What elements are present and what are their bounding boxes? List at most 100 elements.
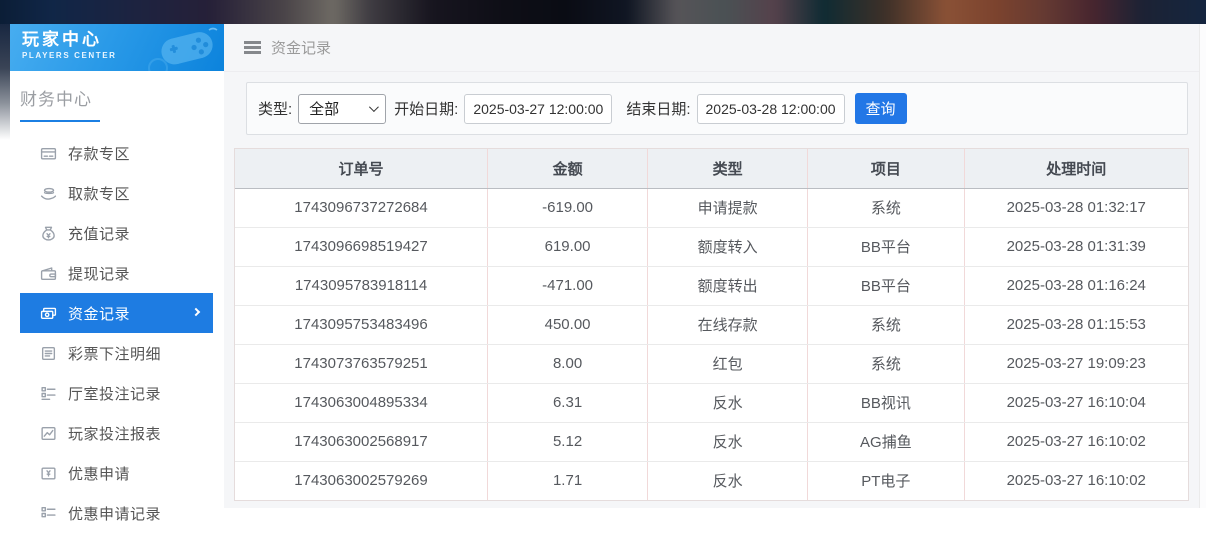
document-icon (40, 345, 57, 362)
time-cell: 2025-03-27 19:09:23 (964, 344, 1188, 383)
time-cell: 2025-03-28 01:32:17 (964, 188, 1188, 227)
table-row: 1743063002579269 1.71 反水 PT电子 2025-03-27… (235, 461, 1188, 500)
sidebar-item-lottery-bet-details[interactable]: 彩票下注明细 (10, 333, 224, 373)
menu-toggle-icon[interactable] (244, 41, 261, 54)
project-cell: 系统 (808, 188, 964, 227)
sidebar-item-label: 彩票下注明细 (68, 343, 161, 364)
sidebar-item-player-bet-report[interactable]: 玩家投注报表 (10, 413, 224, 453)
time-cell: 2025-03-28 01:15:53 (964, 305, 1188, 344)
table-header-row: 订单号 金额 类型 项目 处理时间 (235, 149, 1188, 188)
amount-cell: 1.71 (488, 461, 648, 500)
project-cell: BB平台 (808, 266, 964, 305)
order-no-cell: 1743095783918114 (235, 266, 488, 305)
amount-cell: 619.00 (488, 227, 648, 266)
left-banner-edge (0, 24, 10, 140)
chevron-down-icon (369, 102, 379, 112)
end-date-label: 结束日期: (626, 98, 690, 119)
gamepad-icon (140, 26, 218, 71)
main-panel: 资金记录 类型: 全部 开始日期: 结束日期: 查询 订单号 金额 类型 (224, 24, 1206, 508)
order-no-cell: 1743073763579251 (235, 344, 488, 383)
sidebar-item-label: 资金记录 (68, 303, 130, 324)
amount-cell: 6.31 (488, 383, 648, 422)
sidebar: 玩家中心 PLAYERS CENTER 财务中心 (10, 24, 224, 508)
sidebar-header: 玩家中心 PLAYERS CENTER (10, 24, 224, 71)
chart-icon (40, 425, 57, 442)
sidebar-item-label: 厅室投注记录 (68, 383, 161, 404)
order-no-cell: 1743063004895334 (235, 383, 488, 422)
start-date-label: 开始日期: (394, 98, 458, 119)
amount-cell: 450.00 (488, 305, 648, 344)
type-cell: 反水 (648, 383, 808, 422)
type-cell: 反水 (648, 461, 808, 500)
amount-cell: -471.00 (488, 266, 648, 305)
funds-record-table: 订单号 金额 类型 项目 处理时间 1743096737272684 -619.… (234, 148, 1189, 501)
table-row: 1743095783918114 -471.00 额度转出 BB平台 2025-… (235, 266, 1188, 305)
column-header-time: 处理时间 (964, 149, 1188, 188)
table-row: 1743095753483496 450.00 在线存款 系统 2025-03-… (235, 305, 1188, 344)
filter-bar: 类型: 全部 开始日期: 结束日期: 查询 (246, 82, 1188, 135)
type-cell: 额度转入 (648, 227, 808, 266)
time-cell: 2025-03-27 16:10:02 (964, 422, 1188, 461)
project-cell: 系统 (808, 305, 964, 344)
sidebar-item-label: 充值记录 (68, 223, 130, 244)
coupon-icon (40, 465, 57, 482)
time-cell: 2025-03-27 16:10:02 (964, 461, 1188, 500)
time-cell: 2025-03-28 01:16:24 (964, 266, 1188, 305)
top-banner (0, 0, 1206, 24)
list-icon (40, 505, 57, 522)
column-header-project: 项目 (808, 149, 964, 188)
order-no-cell: 1743095753483496 (235, 305, 488, 344)
sidebar-item-label: 优惠申请记录 (68, 503, 161, 524)
type-select[interactable]: 全部 (298, 94, 386, 124)
list-icon (40, 385, 57, 402)
amount-cell: 8.00 (488, 344, 648, 383)
withdraw-hand-icon (40, 185, 57, 202)
order-no-cell: 1743096737272684 (235, 188, 488, 227)
type-cell: 反水 (648, 422, 808, 461)
app-window: 玩家中心 PLAYERS CENTER 财务中心 (10, 24, 1206, 508)
end-date-input[interactable] (697, 94, 845, 124)
table-row: 1743063002568917 5.12 反水 AG捕鱼 2025-03-27… (235, 422, 1188, 461)
project-cell: AG捕鱼 (808, 422, 964, 461)
section-underline (20, 120, 100, 122)
table-row: 1743096737272684 -619.00 申请提款 系统 2025-03… (235, 188, 1188, 227)
search-button[interactable]: 查询 (855, 93, 907, 124)
sidebar-item-label: 存款专区 (68, 143, 130, 164)
order-no-cell: 1743063002568917 (235, 422, 488, 461)
chevron-right-icon (192, 308, 200, 316)
wallet-icon (40, 265, 57, 282)
sidebar-item-label: 取款专区 (68, 183, 130, 204)
order-no-cell: 1743063002579269 (235, 461, 488, 500)
deposit-card-icon (40, 145, 57, 162)
sidebar-item-hall-bet-records[interactable]: 厅室投注记录 (10, 373, 224, 413)
order-no-cell: 1743096698519427 (235, 227, 488, 266)
sidebar-item-withdraw-zone[interactable]: 取款专区 (10, 173, 224, 213)
sidebar-item-promo-apply-records[interactable]: 优惠申请记录 (10, 493, 224, 533)
sidebar-item-deposit-zone[interactable]: 存款专区 (10, 133, 224, 173)
amount-cell: -619.00 (488, 188, 648, 227)
type-cell: 申请提款 (648, 188, 808, 227)
project-cell: BB平台 (808, 227, 964, 266)
table-row: 1743063004895334 6.31 反水 BB视讯 2025-03-27… (235, 383, 1188, 422)
project-cell: 系统 (808, 344, 964, 383)
type-select-value: 全部 (309, 98, 339, 119)
start-date-input[interactable] (464, 94, 612, 124)
sidebar-section-title: 财务中心 (20, 85, 224, 110)
type-cell: 在线存款 (648, 305, 808, 344)
sidebar-item-funds-records[interactable]: 资金记录 (20, 293, 213, 333)
time-cell: 2025-03-28 01:31:39 (964, 227, 1188, 266)
scrollbar[interactable] (1199, 24, 1206, 508)
sidebar-item-label: 提现记录 (68, 263, 130, 284)
table-row: 1743073763579251 8.00 红包 系统 2025-03-27 1… (235, 344, 1188, 383)
sidebar-item-label: 玩家投注报表 (68, 423, 161, 444)
sidebar-item-promo-apply[interactable]: 优惠申请 (10, 453, 224, 493)
sidebar-item-withdrawal-records[interactable]: 提现记录 (10, 253, 224, 293)
column-header-type: 类型 (648, 149, 808, 188)
sidebar-item-recharge-records[interactable]: 充值记录 (10, 213, 224, 253)
time-cell: 2025-03-27 16:10:04 (964, 383, 1188, 422)
breadcrumb: 资金记录 (224, 24, 1206, 72)
project-cell: PT电子 (808, 461, 964, 500)
money-bag-icon (40, 225, 57, 242)
type-cell: 额度转出 (648, 266, 808, 305)
banknotes-icon (40, 305, 57, 322)
